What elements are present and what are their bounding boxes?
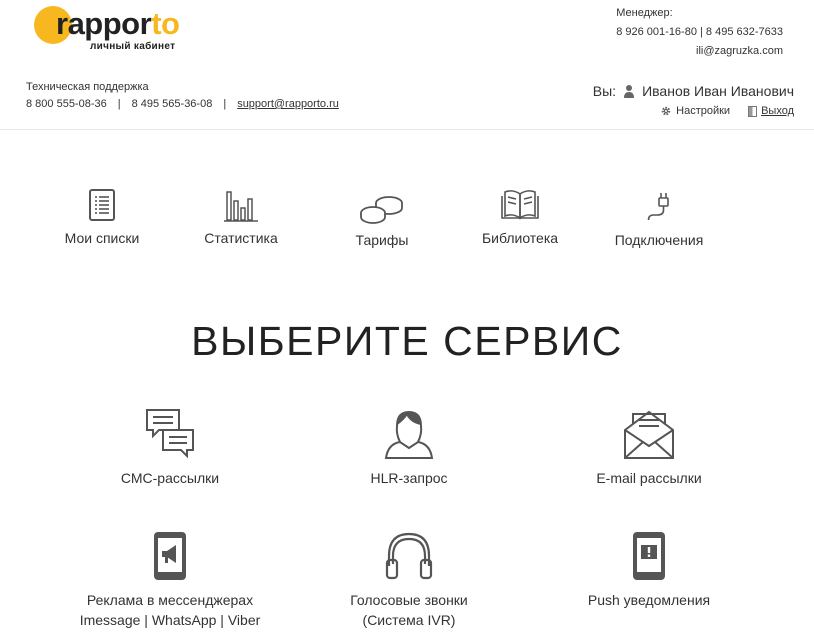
service-label: Реклама в мессенджерах [86,592,254,608]
logout-link[interactable]: Выход [761,105,794,117]
logout-icon [748,105,758,117]
service-sublabel: (Система IVR) [362,612,456,628]
user-name: Иванов Иван Иванович [642,83,794,99]
manager-info: Менеджер: 8 926 001-16-80 | 8 495 632-76… [616,4,783,61]
support-phone-1: 8 800 555-08-36 [26,98,107,110]
manager-phones: 8 926 001-16-80 | 8 495 632-7633 [616,26,783,38]
service-sms[interactable]: СМС-рассылки [60,408,280,488]
plug-icon [647,193,669,221]
service-label: E-mail рассылки [596,470,702,486]
manager-email[interactable]: ili@zagruzka.com [616,42,783,61]
nav-label: Библиотека [481,230,559,246]
service-label: СМС-рассылки [120,470,220,486]
header-divider [0,129,814,130]
nav-item-my-lists[interactable]: Мои списки [32,188,172,246]
nav-label: Мои списки [64,230,140,246]
support-label: Техническая поддержка [26,81,149,93]
headphones-icon [385,532,433,580]
nav-label: Статистика [204,230,278,246]
service-email[interactable]: E-mail рассылки [539,408,759,488]
support-email-link[interactable]: support@rapporto.ru [237,98,339,110]
logo-brand-accent: to [151,6,180,41]
support-phone-2: 8 495 565-36-08 [131,98,213,110]
service-label: Push уведомления [587,592,711,608]
logo[interactable]: rapporto личный кабинет [34,6,204,52]
person-icon [384,410,434,459]
user-links: Настройки Выход [660,105,794,117]
phone-alert-icon [633,532,665,580]
gear-icon [661,106,671,116]
service-voice[interactable]: Голосовые звонки (Система IVR) [299,530,519,630]
support-info: Техническая поддержка 8 800 555-08-36 | … [26,81,339,110]
nav-item-library[interactable]: Библиотека [450,188,590,246]
you-label: Вы: [592,83,617,99]
service-label: Голосовые звонки [350,592,468,608]
service-hlr[interactable]: HLR-запрос [299,408,519,488]
logo-text: rapporto [56,6,180,42]
user-info: Вы: Иванов Иван Иванович [593,83,794,99]
nav-item-statistics[interactable]: Статистика [171,188,311,246]
page-title: ВЫБЕРИТЕ СЕРВИС [191,318,623,364]
service-push[interactable]: Push уведомления [539,530,759,610]
service-sublabel: Imessage | WhatsApp | Viber [79,612,261,628]
list-icon [89,189,115,221]
chat-bubbles-icon [146,409,194,459]
nav-label: Тарифы [355,232,409,248]
manager-label: Менеджер: [616,7,673,19]
user-icon [624,85,635,98]
envelope-icon [624,410,674,459]
support-separator: | [117,98,121,110]
service-messengers[interactable]: Реклама в мессенджерах Imessage | WhatsA… [60,530,280,630]
nav-label: Подключения [614,232,704,248]
support-separator: | [223,98,227,110]
nav-item-tariffs[interactable]: Тарифы [312,192,452,248]
book-icon [501,190,539,220]
service-label: HLR-запрос [370,470,448,486]
logo-brand-main: rappor [56,6,152,41]
nav-item-connections[interactable]: Подключения [589,190,729,248]
settings-link[interactable]: Настройки [676,105,730,117]
bar-chart-icon [224,191,258,222]
main-nav: Мои списки Статистика Тарифы Библиотека … [0,188,814,258]
logo-subtitle: личный кабинет [90,41,176,52]
phone-megaphone-icon [154,532,186,580]
coins-icon [360,196,403,224]
